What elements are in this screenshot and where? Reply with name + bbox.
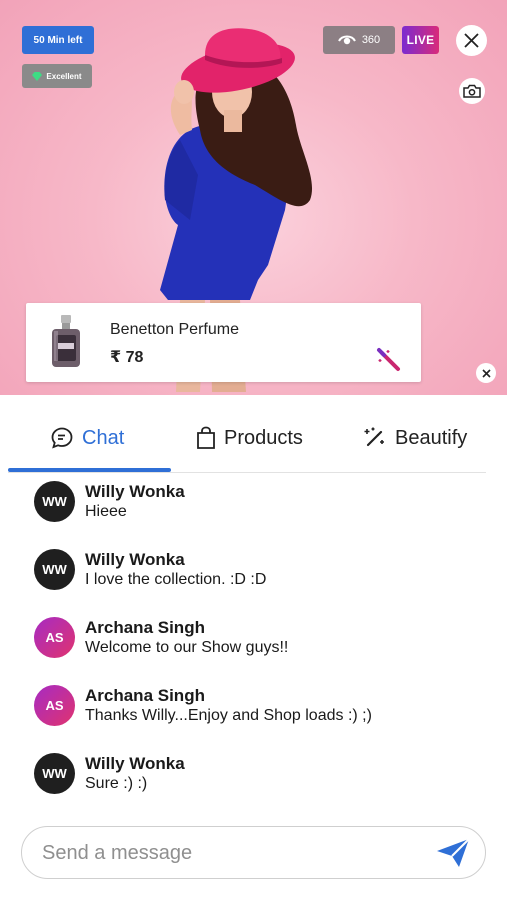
close-icon [481,368,491,378]
shopping-bag-icon [197,426,215,449]
message-composer [21,826,486,879]
chat-message-list[interactable]: WW Willy Wonka Hieee WW Willy Wonka I lo… [0,475,507,815]
message-author: Archana Singh [85,686,205,705]
tab-divider [8,472,486,473]
viewer-count-badge: 360 [323,26,395,54]
message-text: Welcome to our Show guys!! [85,639,289,656]
signal-gem-icon [32,71,43,81]
connection-quality-badge: Excellent [22,64,92,88]
close-product-card-button[interactable] [476,363,496,383]
eye-icon [337,35,356,45]
viewer-count: 360 [361,34,381,46]
tab-chat[interactable]: Chat [50,423,124,453]
live-video-area: 50 Min left Excellent 360 LIVE Benetton … [0,0,507,395]
tab-beautify[interactable]: Beautify [363,423,467,453]
time-left-label: 50 Min left [33,34,83,46]
active-tab-indicator [8,468,171,472]
chat-message: AS Archana Singh Welcome to our Show guy… [34,613,494,673]
close-stream-button[interactable] [456,25,487,56]
message-author: Archana Singh [85,618,205,637]
tab-products[interactable]: Products [196,423,303,453]
close-icon [464,33,479,48]
message-author: Willy Wonka [85,550,185,569]
tab-chat-label: Chat [82,426,125,449]
avatar: AS [34,617,75,658]
chat-message: WW Willy Wonka I love the collection. :D… [34,545,494,605]
avatar: WW [34,549,75,590]
live-badge: LIVE [402,26,439,54]
switch-camera-button[interactable] [459,78,485,104]
tab-bar: Chat Products Beautify [0,395,507,475]
product-name: Benetton Perfume [110,321,239,338]
time-left-badge: 50 Min left [22,26,94,54]
send-icon[interactable] [435,837,471,869]
camera-icon [463,84,481,98]
live-label: LIVE [406,33,435,47]
featured-product-card[interactable]: Benetton Perfume ₹ 78 [26,303,421,382]
message-text: Thanks Willy...Enjoy and Shop loads :) ;… [85,707,372,724]
message-author: Willy Wonka [85,754,185,773]
message-text: I love the collection. :D :D [85,571,267,588]
message-author: Willy Wonka [85,482,185,501]
perfume-bottle-image [52,315,80,367]
message-text: Sure :) :) [85,775,148,792]
avatar: WW [34,753,75,794]
tab-beautify-label: Beautify [395,426,468,449]
message-text: Hieee [85,503,127,520]
connection-quality-label: Excellent [46,71,82,81]
avatar: AS [34,685,75,726]
chat-message: WW Willy Wonka Hieee [34,477,494,537]
avatar: WW [34,481,75,522]
chat-message: AS Archana Singh Thanks Willy...Enjoy an… [34,681,494,741]
product-price: ₹ 78 [110,349,144,366]
chat-bubble-icon [51,427,73,449]
magic-wand-icon[interactable] [376,347,402,373]
tab-products-label: Products [224,426,303,449]
magic-wand-icon [364,427,384,447]
chat-message: WW Willy Wonka Sure :) :) [34,749,494,809]
message-input[interactable] [42,839,422,867]
